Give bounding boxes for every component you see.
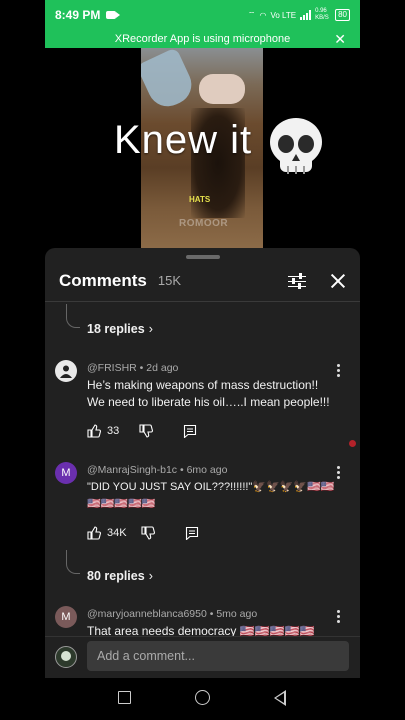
view-replies-button[interactable]: 18 replies ›	[87, 322, 153, 336]
thread-line	[66, 550, 80, 574]
network-type: Vo LTE	[270, 10, 297, 20]
comment-compose-bar: Add a comment...	[45, 636, 360, 678]
like-count: 34K	[107, 527, 127, 539]
more-options-icon[interactable]	[336, 610, 340, 624]
chevron-right-icon: ›	[148, 569, 153, 583]
avatar[interactable]	[55, 360, 77, 382]
user-silhouette-icon	[60, 365, 72, 378]
comment-time: 5mo ago	[216, 608, 258, 620]
avatar-letter: M	[61, 611, 71, 623]
comment-text: That area needs democracy 🇺🇸🇺🇸🇺🇸🇺🇸🇺🇸	[87, 624, 315, 636]
comment-actions: 34K	[87, 526, 199, 540]
my-avatar	[55, 646, 77, 668]
comment-meta: @ManrajSingh-b1c • 6mo ago	[87, 464, 228, 476]
recorder-notification[interactable]: XRecorder App is using microphone ✕	[45, 30, 360, 48]
close-notification-icon[interactable]: ✕	[334, 32, 346, 46]
comments-count: 15K	[157, 273, 181, 288]
signal-icon	[300, 10, 312, 20]
comment-author[interactable]: @ManrajSingh-b1c	[87, 464, 177, 476]
reply-icon[interactable]	[183, 424, 197, 438]
video-camera-icon	[106, 11, 121, 19]
home-icon[interactable]	[195, 690, 210, 705]
thumbs-down-icon[interactable]	[141, 526, 155, 540]
close-comments-icon[interactable]	[330, 273, 346, 289]
cast-icon: ⌔	[247, 10, 256, 19]
sort-filter-icon[interactable]	[288, 272, 306, 289]
more-options-icon[interactable]	[336, 364, 340, 378]
chevron-right-icon: ›	[148, 322, 153, 336]
skull-icon	[270, 118, 322, 174]
video-watermark: ROMOOR	[179, 218, 229, 229]
comments-header: Comments 15K	[45, 260, 360, 302]
comment-meta: @FRISHR • 2d ago	[87, 362, 179, 374]
comment-time: 2d ago	[146, 362, 179, 374]
battery-level: 80	[338, 10, 347, 19]
status-time: 8:49 PM	[55, 8, 101, 22]
comment-author[interactable]: @FRISHR	[87, 362, 137, 374]
video-pot	[141, 48, 198, 113]
recent-apps-icon[interactable]	[118, 691, 131, 704]
avatar[interactable]: M	[55, 462, 77, 484]
back-icon[interactable]	[274, 690, 286, 706]
replies-label: 80 replies	[87, 569, 145, 583]
view-replies-button[interactable]: 80 replies ›	[87, 569, 153, 583]
thumbs-down-icon[interactable]	[139, 424, 154, 438]
video-caption: Knew it	[114, 118, 253, 162]
thread-line	[66, 304, 80, 328]
replies-label: 18 replies	[87, 322, 145, 336]
like-count: 33	[107, 425, 120, 437]
comment-text: He’s making weapons of mass destruction!…	[87, 378, 330, 409]
net-speed: 0.96 KB/S	[315, 8, 329, 21]
wifi-icon: ◠	[259, 10, 267, 20]
comment-author[interactable]: @maryjoanneblanca6950	[87, 608, 207, 620]
status-icons: ⌔ ◠ Vo LTE 0.96 KB/S 80	[248, 8, 350, 22]
thumbs-up-icon[interactable]	[87, 526, 101, 540]
system-nav-bar	[45, 678, 360, 720]
drag-handle[interactable]	[186, 255, 220, 259]
video-overlay-text: HATS	[189, 195, 211, 204]
comment-text: "DID YOU JUST SAY OIL???!!!!!!"🦅🦅🦅🦅🇺🇸🇺🇸🇺…	[87, 481, 335, 510]
comment-actions: 33	[87, 424, 197, 438]
thumbs-up-icon[interactable]	[87, 424, 101, 438]
reply-icon[interactable]	[185, 526, 199, 540]
add-comment-input[interactable]: Add a comment...	[87, 641, 349, 671]
comment-time: 6mo ago	[186, 464, 228, 476]
notification-text: XRecorder App is using microphone	[114, 33, 291, 45]
avatar[interactable]: M	[55, 606, 77, 628]
avatar-letter: M	[61, 467, 71, 479]
comment-meta: @maryjoanneblanca6950 • 5mo ago	[87, 608, 258, 620]
comments-sheet: Comments 15K 18 replies › @FRISHR • 2d ag…	[45, 248, 360, 636]
status-bar: 8:49 PM ⌔ ◠ Vo LTE 0.96 KB/S 80	[45, 0, 360, 30]
battery-icon: 80	[335, 9, 350, 21]
video-hand	[199, 74, 245, 104]
comments-title: Comments	[59, 270, 147, 290]
more-options-icon[interactable]	[336, 466, 340, 480]
recording-indicator	[349, 440, 356, 447]
